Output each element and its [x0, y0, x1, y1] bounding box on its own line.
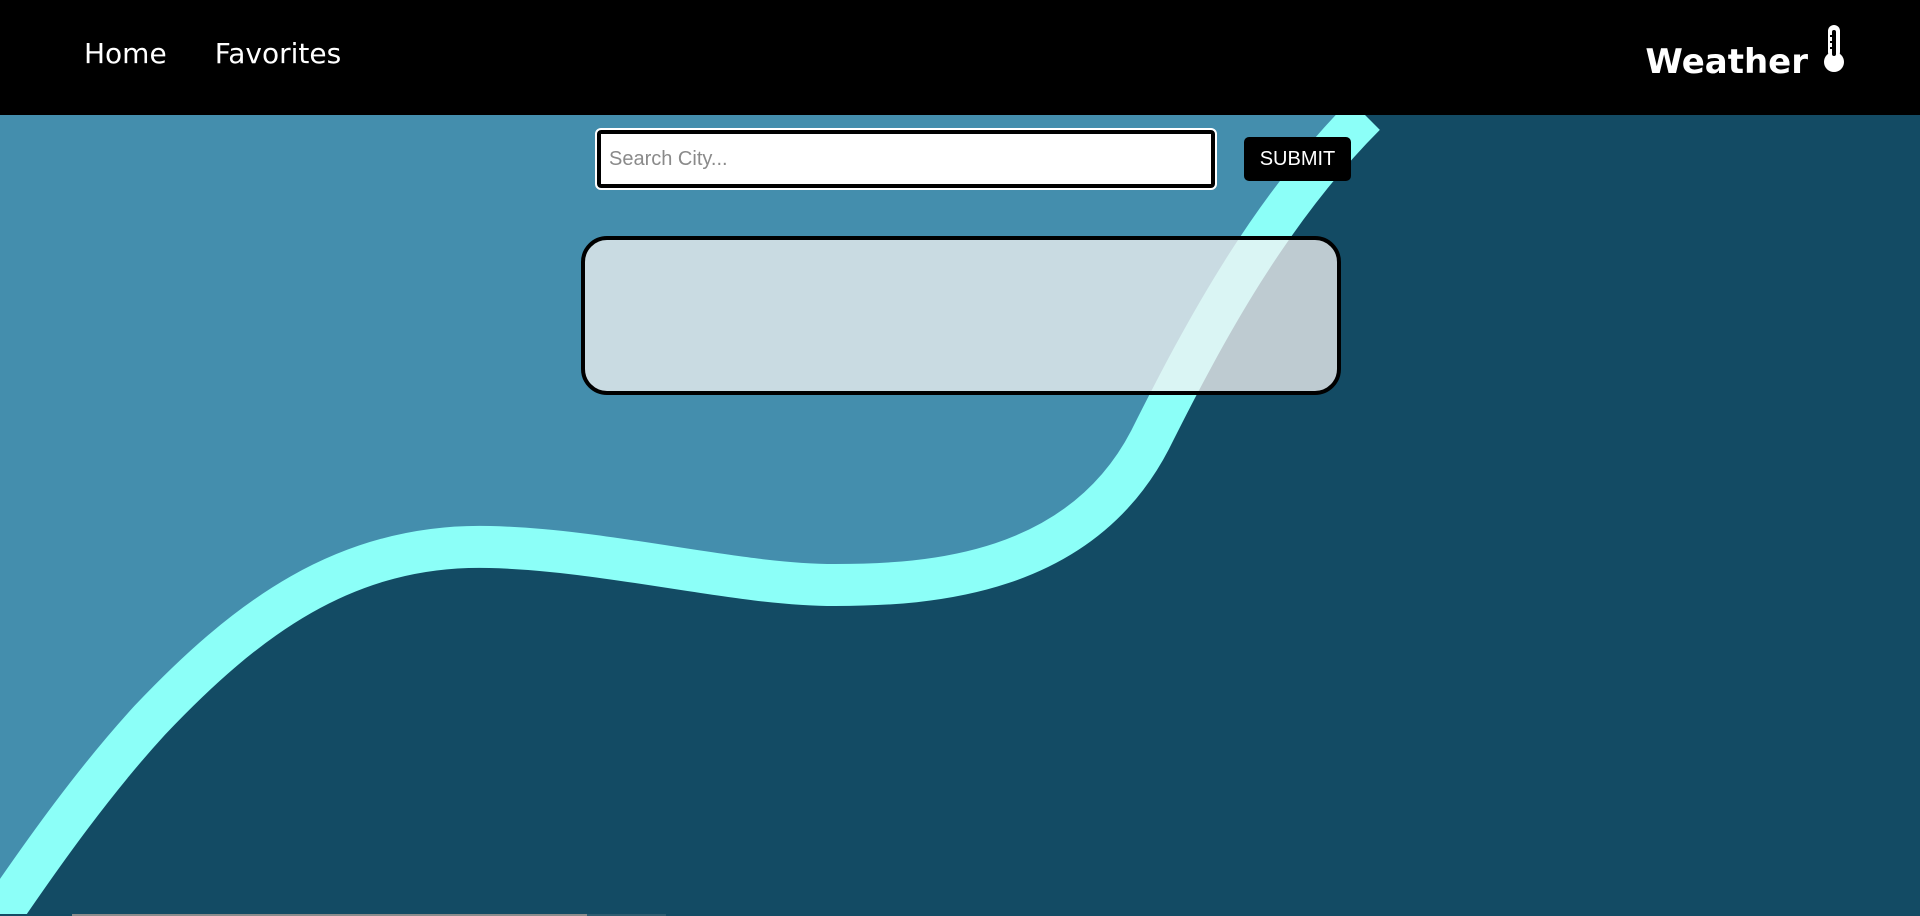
- weather-page: Home Favorites Weather SUBMIT: [0, 0, 1920, 916]
- main-navigation: Home Favorites: [84, 34, 341, 74]
- city-search-form: SUBMIT: [595, 128, 1353, 190]
- brand-title: Weather: [1645, 42, 1808, 82]
- top-navigation: Home Favorites Weather: [0, 0, 1920, 115]
- city-search-input[interactable]: [595, 128, 1217, 190]
- weather-results-panel: [581, 236, 1341, 395]
- thermometer-icon: [1824, 25, 1844, 72]
- home-link[interactable]: Home: [84, 34, 167, 74]
- weather-brand: Weather: [1645, 24, 1848, 84]
- favorites-link[interactable]: Favorites: [215, 34, 341, 74]
- submit-button[interactable]: SUBMIT: [1244, 137, 1351, 181]
